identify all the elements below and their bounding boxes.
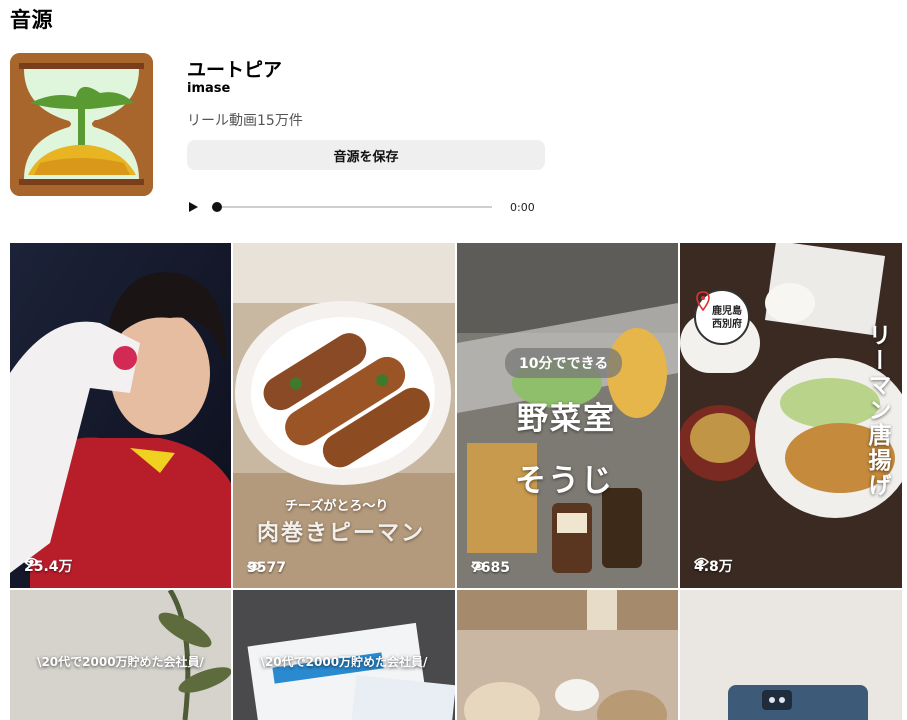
reel-tile[interactable]: 25.4万 <box>10 243 231 588</box>
reels-grid: 25.4万 チーズがとろ～り 肉巻きピーマン 3577 10分でできる 野菜室 … <box>10 243 902 720</box>
album-cover[interactable]: imase UTOPIA <box>10 53 153 196</box>
overlay-title: 野菜室 <box>517 401 616 437</box>
overlay-vertical-title: リーマン唐揚げ <box>864 323 890 498</box>
eye-icon <box>24 557 39 567</box>
reel-thumbnail <box>680 590 902 720</box>
save-audio-button[interactable]: 音源を保存 <box>187 140 545 170</box>
reel-tile[interactable]: 10分でできる 野菜室 そうじ 7685 <box>457 243 678 588</box>
cover-text-right: UTOPIA <box>94 118 140 131</box>
eye-icon <box>247 561 262 571</box>
progress-knob[interactable] <box>212 202 222 212</box>
reel-tile[interactable] <box>680 590 902 720</box>
track-title: ユートピア <box>187 59 283 81</box>
audio-progress-bar[interactable] <box>212 202 492 212</box>
location-badge: 鹿児島 西別府 <box>694 289 750 345</box>
overlay-banner: \20代で2000万貯めた会社員/ <box>37 655 204 669</box>
view-count: 4.8万 <box>694 556 733 576</box>
overlay-caption: チーズがとろ～り <box>285 499 389 514</box>
reel-tile[interactable]: \20代で2000万貯めた会社員/ <box>10 590 231 720</box>
page-title: 音源 <box>10 8 53 32</box>
play-icon[interactable] <box>186 200 200 214</box>
map-pin-icon <box>696 291 710 311</box>
reel-tile[interactable]: チーズがとろ～り 肉巻きピーマン 3577 <box>233 243 455 588</box>
overlay-subtitle: そうじ <box>515 463 614 499</box>
eye-icon <box>694 557 709 567</box>
reel-tile[interactable] <box>457 590 678 720</box>
reel-thumbnail <box>457 590 678 720</box>
view-count: 3577 <box>247 560 286 576</box>
cover-text-left: imase <box>27 116 63 130</box>
overlay-pill: 10分でできる <box>505 348 623 378</box>
reel-tile[interactable]: 鹿児島 西別府 リーマン唐揚げ 4.8万 <box>680 243 902 588</box>
reel-thumbnail <box>10 243 231 588</box>
eye-icon <box>471 561 486 571</box>
reel-count: リール動画15万件 <box>187 113 303 129</box>
artist-name[interactable]: imase <box>187 81 230 96</box>
badge-line2: 西別府 <box>712 319 742 330</box>
view-count: 7685 <box>471 560 510 576</box>
overlay-banner: \20代で2000万貯めた会社員/ <box>260 655 428 669</box>
view-count: 25.4万 <box>24 556 73 576</box>
overlay-title: 肉巻きピーマン <box>257 521 426 546</box>
time-readout: 0:00 <box>510 201 535 214</box>
reel-tile[interactable]: \20代で2000万貯めた会社員/ <box>233 590 455 720</box>
